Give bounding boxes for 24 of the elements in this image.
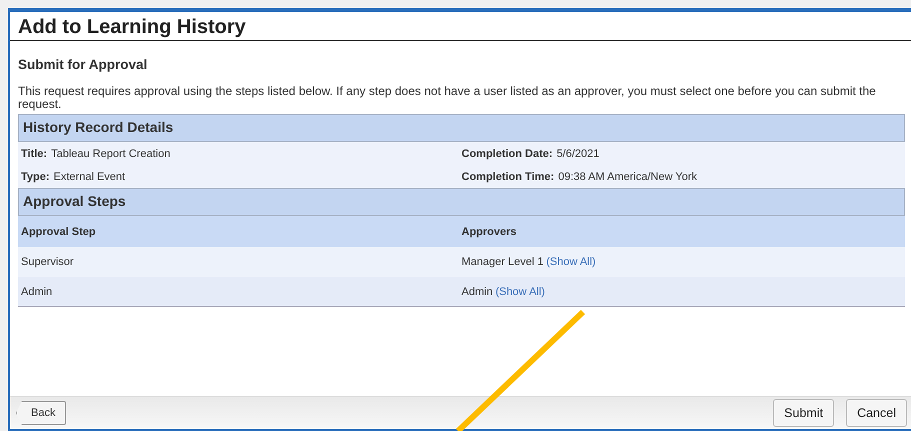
approver-text: Manager Level 1 <box>462 255 544 270</box>
field-label: Completion Time: <box>462 170 554 184</box>
window-title: Add to Learning History <box>10 12 911 41</box>
section-title: Submit for Approval <box>18 56 148 74</box>
back-button[interactable]: Back <box>16 400 66 426</box>
field-label: Title: <box>21 146 48 162</box>
field-label: Completion Date: <box>462 146 553 162</box>
field-value: Tableau Report Creation <box>51 146 170 162</box>
field-label: Type: <box>21 170 50 184</box>
column-header: Approvers <box>462 224 518 240</box>
table-cell-text: Admin <box>21 284 54 300</box>
submit-button[interactable]: Submit <box>773 398 834 428</box>
field-value: 5/6/2021 <box>556 146 600 162</box>
show-all-link[interactable]: (Show All) <box>495 284 545 300</box>
section-header: History Record Details <box>18 114 905 142</box>
field-value: External Event <box>54 170 126 184</box>
instructions-text: This request requires approval using the steps listed below. If any step does not have a user listed as an approver, you must select one before you can submit the request. <box>18 85 877 112</box>
table-cell-text: Supervisor <box>21 255 75 270</box>
cancel-button[interactable]: Cancel <box>846 398 907 428</box>
field-value: 09:38 AM America/New York <box>558 170 697 184</box>
column-header: Approval Step <box>21 224 97 240</box>
show-all-link[interactable]: (Show All) <box>546 254 596 270</box>
section-header: Approval Steps <box>18 188 905 216</box>
approver-text: Admin <box>462 284 493 300</box>
